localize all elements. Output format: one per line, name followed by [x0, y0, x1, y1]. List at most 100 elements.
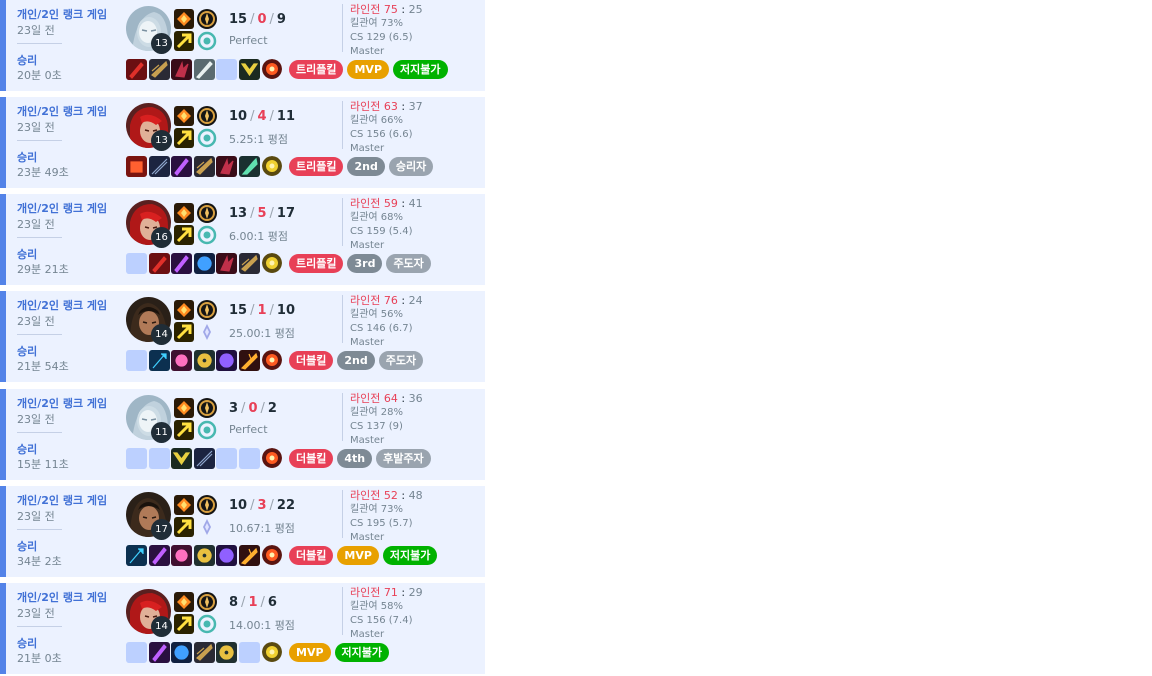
item-blue-staff-icon[interactable] — [148, 350, 170, 371]
win-indicator-bar — [0, 486, 6, 577]
summoner-spell-flash-icon[interactable] — [174, 31, 194, 51]
summoner-spell-flash-icon[interactable] — [174, 128, 194, 148]
item-dark-blade-icon[interactable] — [238, 253, 260, 274]
rune-teal-icon[interactable] — [197, 225, 217, 245]
item-dark-lance-icon[interactable] — [193, 448, 215, 469]
ward-red-icon[interactable] — [261, 448, 282, 468]
empty-item-slot — [238, 448, 260, 469]
kda-separator: / — [269, 303, 274, 318]
empty-item-slot — [126, 350, 147, 371]
item-gold-orb-icon[interactable] — [193, 545, 215, 566]
summoner-spell-ignite-icon[interactable] — [174, 398, 194, 418]
lane-lose: 29 — [408, 586, 423, 599]
item-fire-blade-icon[interactable] — [238, 350, 260, 371]
match-row[interactable]: 개인/2인 랭크 게임 23일 전 승리 23분 49초 13 10/4/11 … — [0, 97, 485, 188]
ward-gold-icon[interactable] — [261, 156, 282, 176]
match-row[interactable]: 개인/2인 랭크 게임 23일 전 승리 29분 21초 16 13/5/17 … — [0, 194, 485, 285]
kda-score: 15/0/9 — [229, 12, 286, 27]
item-purple-orb-icon[interactable] — [216, 350, 237, 371]
rune-teal-icon[interactable] — [197, 614, 217, 634]
summoner-spell-ignite-icon[interactable] — [174, 300, 194, 320]
item-blue-orb-icon[interactable] — [193, 253, 215, 274]
summoner-spell-ignite-icon[interactable] — [174, 203, 194, 223]
lane-colon: : — [401, 100, 406, 113]
match-badge: 더블킬 — [289, 546, 334, 565]
summoner-spell-flash-icon[interactable] — [174, 225, 194, 245]
ward-red-icon[interactable] — [261, 350, 282, 370]
kda-ratio: Perfect — [229, 34, 268, 47]
summoner-spell-ignite-icon[interactable] — [174, 106, 194, 126]
summoner-spell-ignite-icon[interactable] — [174, 495, 194, 515]
item-gold-orb-icon[interactable] — [216, 642, 237, 663]
item-gold-chevron-icon[interactable] — [171, 448, 192, 469]
ward-red-icon[interactable] — [261, 545, 282, 565]
item-gold-orb-icon[interactable] — [193, 350, 215, 371]
match-row[interactable]: 개인/2인 랭크 게임 23일 전 승리 15분 11초 11 3/0/2 Pe… — [0, 389, 485, 480]
kda-separator: / — [269, 12, 274, 27]
ward-red-icon[interactable] — [261, 59, 282, 79]
match-row[interactable]: 개인/2인 랭크 게임 23일 전 승리 21분 0초 14 8/1/6 14.… — [0, 583, 485, 674]
rune-violet-icon[interactable] — [197, 517, 217, 537]
item-dark-blade-icon[interactable] — [193, 642, 215, 663]
lane-lose: 41 — [408, 197, 423, 210]
rune-keystone-icon[interactable] — [197, 398, 217, 418]
item-blue-staff-icon[interactable] — [126, 545, 147, 566]
cs-count: CS 195 (5.7) — [350, 518, 413, 529]
match-row[interactable]: 개인/2인 랭크 게임 23일 전 승리 20분 0초 13 15/0/9 Pe… — [0, 0, 485, 91]
item-purple-blade-icon[interactable] — [148, 545, 170, 566]
item-red-claw-icon[interactable] — [216, 156, 237, 177]
item-green-axe-icon[interactable] — [238, 156, 260, 177]
rune-teal-icon[interactable] — [197, 128, 217, 148]
item-red-claw-icon[interactable] — [216, 253, 237, 274]
deaths: 3 — [257, 498, 267, 513]
item-red-sword-icon[interactable] — [148, 253, 170, 274]
summoner-spell-ignite-icon[interactable] — [174, 9, 194, 29]
item-pink-orb-icon[interactable] — [171, 350, 192, 371]
badge-list: 더블킬 4th 후발주자 — [289, 449, 435, 468]
rune-teal-icon[interactable] — [197, 420, 217, 440]
summoner-spell-flash-icon[interactable] — [174, 614, 194, 634]
item-red-fist-icon[interactable] — [126, 156, 147, 177]
rune-keystone-icon[interactable] — [197, 300, 217, 320]
match-badge: MVP — [337, 546, 379, 565]
item-red-sword-icon[interactable] — [126, 59, 147, 80]
ward-gold-icon[interactable] — [261, 642, 282, 662]
item-dark-blade-icon[interactable] — [193, 156, 215, 177]
item-purple-blade-icon[interactable] — [171, 253, 192, 274]
summoner-spell-ignite-icon[interactable] — [174, 592, 194, 612]
item-blue-orb-icon[interactable] — [171, 642, 192, 663]
summoner-spell-flash-icon[interactable] — [174, 420, 194, 440]
item-red-claw-icon[interactable] — [171, 59, 192, 80]
rune-keystone-icon[interactable] — [197, 495, 217, 515]
champion-level: 14 — [151, 324, 172, 345]
deaths: 1 — [257, 303, 267, 318]
item-dark-lance-icon[interactable] — [148, 156, 170, 177]
ward-gold-icon[interactable] — [261, 253, 282, 273]
item-purple-orb-icon[interactable] — [216, 545, 237, 566]
item-pink-orb-icon[interactable] — [171, 545, 192, 566]
empty-item-slot — [126, 642, 147, 663]
item-purple-blade-icon[interactable] — [171, 156, 192, 177]
kda-score: 13/5/17 — [229, 206, 295, 221]
game-duration: 21분 0초 — [17, 652, 62, 665]
item-dark-blade-icon[interactable] — [148, 59, 170, 80]
rune-violet-icon[interactable] — [197, 322, 217, 342]
summoner-spell-flash-icon[interactable] — [174, 322, 194, 342]
item-silver-blade-icon[interactable] — [193, 59, 215, 80]
match-row[interactable]: 개인/2인 랭크 게임 23일 전 승리 21분 54초 14 15/1/10 … — [0, 291, 485, 382]
kills: 10 — [229, 498, 248, 513]
rune-teal-icon[interactable] — [197, 31, 217, 51]
time-ago: 23일 전 — [17, 510, 55, 523]
rune-keystone-icon[interactable] — [197, 203, 217, 223]
match-row[interactable]: 개인/2인 랭크 게임 23일 전 승리 34분 2초 17 10/3/22 1… — [0, 486, 485, 577]
lane-colon: : — [401, 197, 406, 210]
item-fire-blade-icon[interactable] — [238, 545, 260, 566]
rune-keystone-icon[interactable] — [197, 592, 217, 612]
item-gold-chevron-icon[interactable] — [238, 59, 260, 80]
match-badge: 더블킬 — [289, 351, 334, 370]
lane-win: 59 — [383, 197, 398, 210]
rune-keystone-icon[interactable] — [197, 9, 217, 29]
summoner-spell-flash-icon[interactable] — [174, 517, 194, 537]
item-purple-blade-icon[interactable] — [148, 642, 170, 663]
rune-keystone-icon[interactable] — [197, 106, 217, 126]
